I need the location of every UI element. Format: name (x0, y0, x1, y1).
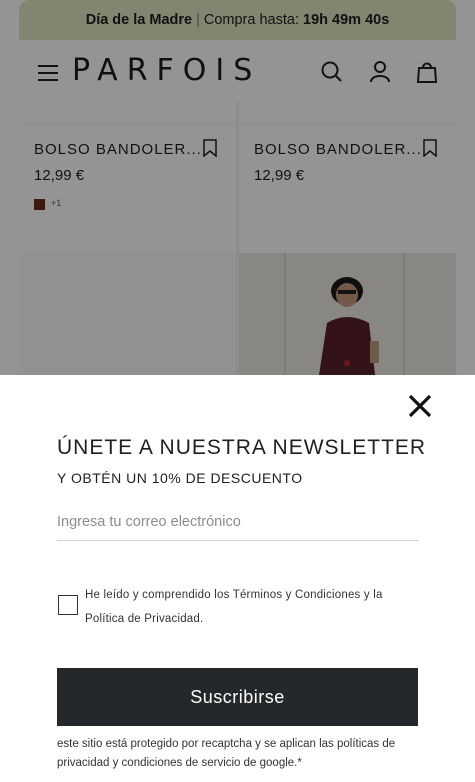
recaptcha-notice: este sitio está protegido por recaptcha … (57, 738, 396, 769)
close-icon[interactable] (406, 392, 434, 420)
consent-label: He leído y comprendido los Términos y Co… (85, 589, 383, 625)
modal-overlay[interactable] (0, 0, 475, 375)
consent-checkbox[interactable] (58, 595, 78, 615)
email-field[interactable] (57, 503, 418, 541)
newsletter-subtitle: Y OBTÉN UN 10% DE DESCUENTO (57, 470, 303, 486)
newsletter-title: ÚNETE A NUESTRA NEWSLETTER (57, 436, 427, 459)
subscribe-button[interactable]: Suscribirse (57, 668, 418, 726)
